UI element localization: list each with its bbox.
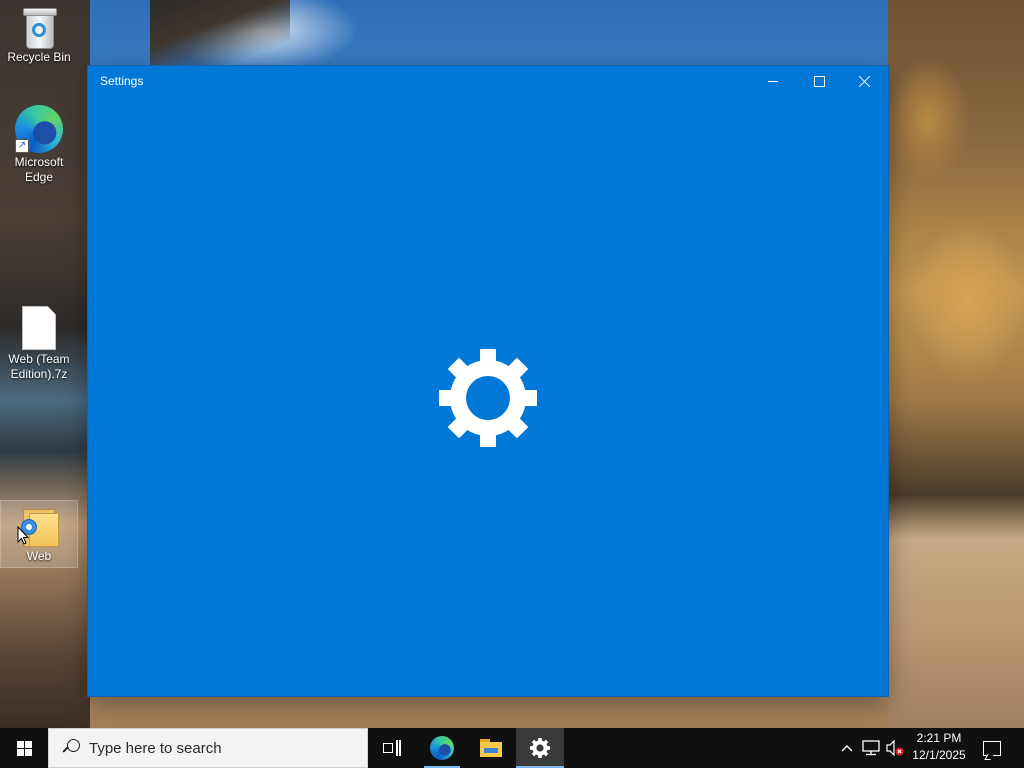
taskbar: Type here to search 2:21 PM 12/1/2025 [0, 728, 1024, 768]
gear-icon [439, 349, 537, 447]
volume-muted-icon [886, 740, 904, 756]
taskbar-settings-button[interactable] [516, 728, 564, 768]
desktop-icon-web-team-edition-7z[interactable]: Web (Team Edition).7z [1, 306, 77, 382]
window-titlebar[interactable]: Settings [88, 66, 888, 96]
edge-icon: ↗ [15, 105, 63, 153]
maximize-button[interactable] [796, 66, 842, 96]
volume-button[interactable] [884, 728, 906, 768]
folder-icon [480, 739, 502, 757]
desktop-icon-label: Web (Team Edition).7z [8, 352, 70, 381]
chevron-up-icon [841, 745, 853, 752]
desktop-icon-recycle-bin[interactable]: Recycle Bin [1, 8, 77, 65]
taskbar-file-explorer-button[interactable] [467, 728, 515, 768]
desktop-icon-microsoft-edge[interactable]: ↗ Microsoft Edge [1, 105, 77, 185]
desktop-icon-web[interactable]: Web [0, 500, 78, 568]
search-placeholder: Type here to search [89, 739, 222, 757]
close-icon [859, 75, 871, 87]
notification-icon [983, 740, 1001, 756]
task-view-icon [383, 740, 401, 756]
edge-icon [430, 736, 454, 760]
windows-logo-icon [16, 740, 32, 756]
recycle-bin-icon [22, 8, 57, 49]
search-icon [63, 739, 81, 757]
desktop-icon-label: Recycle Bin [7, 50, 71, 64]
mouse-cursor-icon [17, 526, 29, 545]
gear-icon [530, 738, 550, 758]
network-icon [862, 740, 880, 756]
action-center-button[interactable] [974, 728, 1010, 768]
clock-time: 2:21 PM [916, 731, 962, 745]
maximize-icon [813, 75, 825, 87]
search-box[interactable]: Type here to search [48, 728, 368, 768]
taskbar-clock[interactable]: 2:21 PM 12/1/2025 [904, 730, 974, 766]
shortcut-arrow-icon: ↗ [15, 139, 29, 153]
desktop-icon-label: Web [26, 549, 52, 563]
minimize-button[interactable] [750, 66, 796, 96]
taskbar-task-view-button[interactable] [368, 728, 416, 768]
desktop-icon-label: Microsoft Edge [14, 155, 64, 184]
file-icon [22, 306, 56, 350]
show-hidden-icons-button[interactable] [836, 728, 858, 768]
clock-date: 12/1/2025 [912, 748, 966, 762]
taskbar-edge-button[interactable] [418, 728, 466, 768]
start-button[interactable] [0, 728, 48, 768]
wallpaper-rock-right [888, 0, 1024, 728]
minimize-icon [768, 80, 778, 82]
close-button[interactable] [842, 66, 888, 96]
network-button[interactable] [859, 728, 883, 768]
wallpaper-rock-top [150, 0, 290, 66]
window-title: Settings [100, 74, 144, 88]
settings-window[interactable]: Settings [88, 66, 888, 696]
